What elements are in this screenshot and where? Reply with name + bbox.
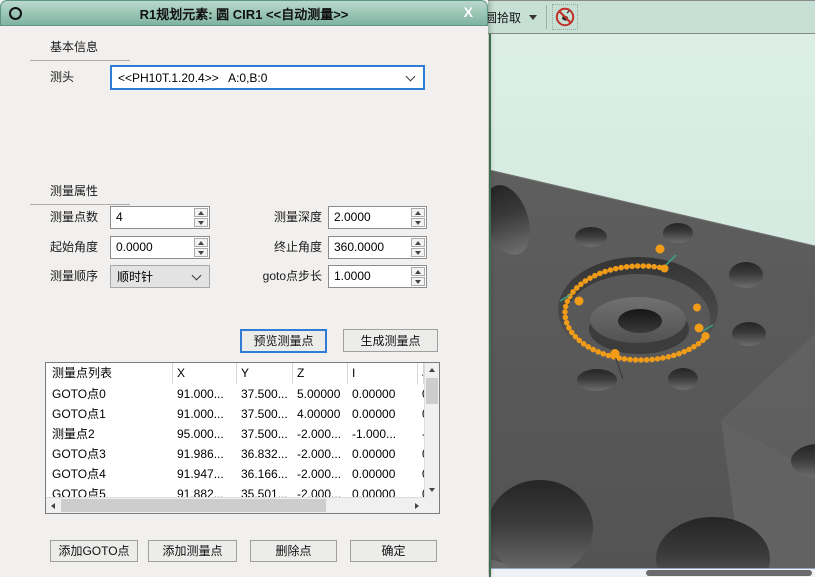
start-angle-spinner[interactable]: 0.0000 (110, 236, 210, 259)
scroll-up-icon[interactable] (425, 363, 439, 377)
table-row[interactable]: GOTO点591.882...35.501... -2.000...0.0000… (46, 484, 424, 497)
col-name: 测量点列表 (46, 363, 173, 384)
scroll-left-icon[interactable] (46, 498, 60, 513)
bottom-scrollbar-thumb[interactable] (646, 570, 812, 576)
start-angle-value: 0.0000 (111, 237, 193, 258)
point-table-content: 测量点列表 X Y Z I J GOTO点091.000...37.500...… (46, 363, 424, 497)
spin-up-icon[interactable] (411, 267, 425, 276)
pick-toolbar: 圆拾取 (487, 0, 815, 34)
table-row[interactable]: GOTO点191.000...37.500... 4.000000.000000… (46, 404, 424, 424)
plan-element-dialog: R1规划元素: 圆 CIR1 <<自动测量>> X 基本信息 测头 <<PH10… (0, 0, 488, 577)
points-count-value: 4 (111, 207, 193, 228)
table-row[interactable]: GOTO点491.947...36.166... -2.000...0.0000… (46, 464, 424, 484)
probe-value: <<PH10T.1.20.4>> A:0,B:0 (112, 71, 407, 85)
scroll-right-icon[interactable] (410, 498, 424, 513)
preview-points-button[interactable]: 预览测量点 (240, 329, 327, 353)
order-select[interactable]: 顺时针 (110, 265, 210, 288)
spin-down-icon[interactable] (411, 248, 425, 257)
prohibit-icon (554, 6, 576, 28)
spin-down-icon[interactable] (194, 218, 208, 227)
toolbar-divider (546, 5, 547, 29)
start-angle-label: 起始角度 (50, 236, 108, 259)
spin-up-icon[interactable] (411, 238, 425, 247)
goto-step-spinner[interactable]: 1.0000 (328, 265, 427, 288)
spin-up-icon[interactable] (411, 208, 425, 217)
end-angle-value: 360.0000 (329, 237, 410, 258)
point-table-header: 测量点列表 X Y Z I J (46, 363, 424, 384)
points-count-label: 测量点数 (50, 206, 108, 229)
points-count-spinner[interactable]: 4 (110, 206, 210, 229)
depth-label: 测量深度 (252, 206, 322, 229)
delete-point-button[interactable]: 删除点 (250, 540, 337, 562)
goto-step-label: goto点步长 (240, 265, 322, 288)
chevron-down-icon (406, 71, 416, 81)
scroll-down-icon[interactable] (425, 483, 439, 497)
spin-up-icon[interactable] (194, 238, 208, 247)
col-x: X (173, 363, 237, 384)
spin-down-icon[interactable] (411, 277, 425, 286)
horizontal-scrollbar-thumb[interactable] (61, 499, 326, 512)
point-table: 测量点列表 X Y Z I J GOTO点091.000...37.500...… (45, 362, 440, 514)
dialog-titlebar[interactable]: R1规划元素: 圆 CIR1 <<自动测量>> X (0, 0, 488, 26)
group-measure-props: 测量属性 (30, 180, 130, 205)
table-horizontal-scrollbar[interactable] (46, 497, 424, 513)
generate-points-button[interactable]: 生成测量点 (343, 329, 438, 352)
probe-select[interactable]: <<PH10T.1.20.4>> A:0,B:0 (110, 65, 425, 90)
end-angle-spinner[interactable]: 360.0000 (328, 236, 427, 259)
probe-label: 测头 (50, 66, 74, 89)
cancel-pick-button[interactable] (552, 4, 578, 30)
order-value: 顺时针 (111, 268, 193, 285)
circle-pick-button[interactable]: 圆拾取 (487, 9, 521, 26)
scrollbar-corner (424, 497, 439, 513)
circle-outline-icon (9, 7, 22, 20)
app-window: 圆拾取 (0, 0, 815, 577)
col-z: Z (293, 363, 348, 384)
goto-step-value: 1.0000 (329, 266, 410, 287)
table-row[interactable]: 测量点295.000...37.500... -2.000...-1.000..… (46, 424, 424, 444)
chevron-down-icon (192, 270, 202, 280)
col-i: I (348, 363, 418, 384)
table-row[interactable]: GOTO点391.986...36.832... -2.000...0.0000… (46, 444, 424, 464)
vertical-scrollbar-thumb[interactable] (426, 378, 438, 404)
confirm-button[interactable]: 确定 (350, 540, 437, 562)
group-basic-info: 基本信息 (30, 36, 130, 61)
dialog-title: R1规划元素: 圆 CIR1 <<自动测量>> (1, 4, 487, 23)
point-table-body: GOTO点091.000...37.500... 5.000000.000000… (46, 384, 424, 497)
3d-viewport[interactable] (489, 34, 815, 568)
spin-down-icon[interactable] (194, 248, 208, 257)
depth-spinner[interactable]: 2.0000 (328, 206, 427, 229)
spin-down-icon[interactable] (411, 218, 425, 227)
add-goto-point-button[interactable]: 添加GOTO点 (50, 540, 138, 562)
end-angle-label: 终止角度 (252, 236, 322, 259)
viewport-left-border (489, 34, 491, 577)
col-y: Y (237, 363, 293, 384)
add-measure-point-button[interactable]: 添加测量点 (148, 540, 237, 562)
table-vertical-scrollbar[interactable] (424, 363, 439, 497)
order-label: 测量顺序 (50, 265, 108, 288)
depth-value: 2.0000 (329, 207, 410, 228)
spin-up-icon[interactable] (194, 208, 208, 217)
table-row[interactable]: GOTO点091.000...37.500... 5.000000.000000… (46, 384, 424, 404)
bottom-scrollbar[interactable] (491, 568, 815, 577)
close-icon[interactable]: X (464, 4, 473, 20)
chevron-down-icon[interactable] (529, 15, 537, 20)
